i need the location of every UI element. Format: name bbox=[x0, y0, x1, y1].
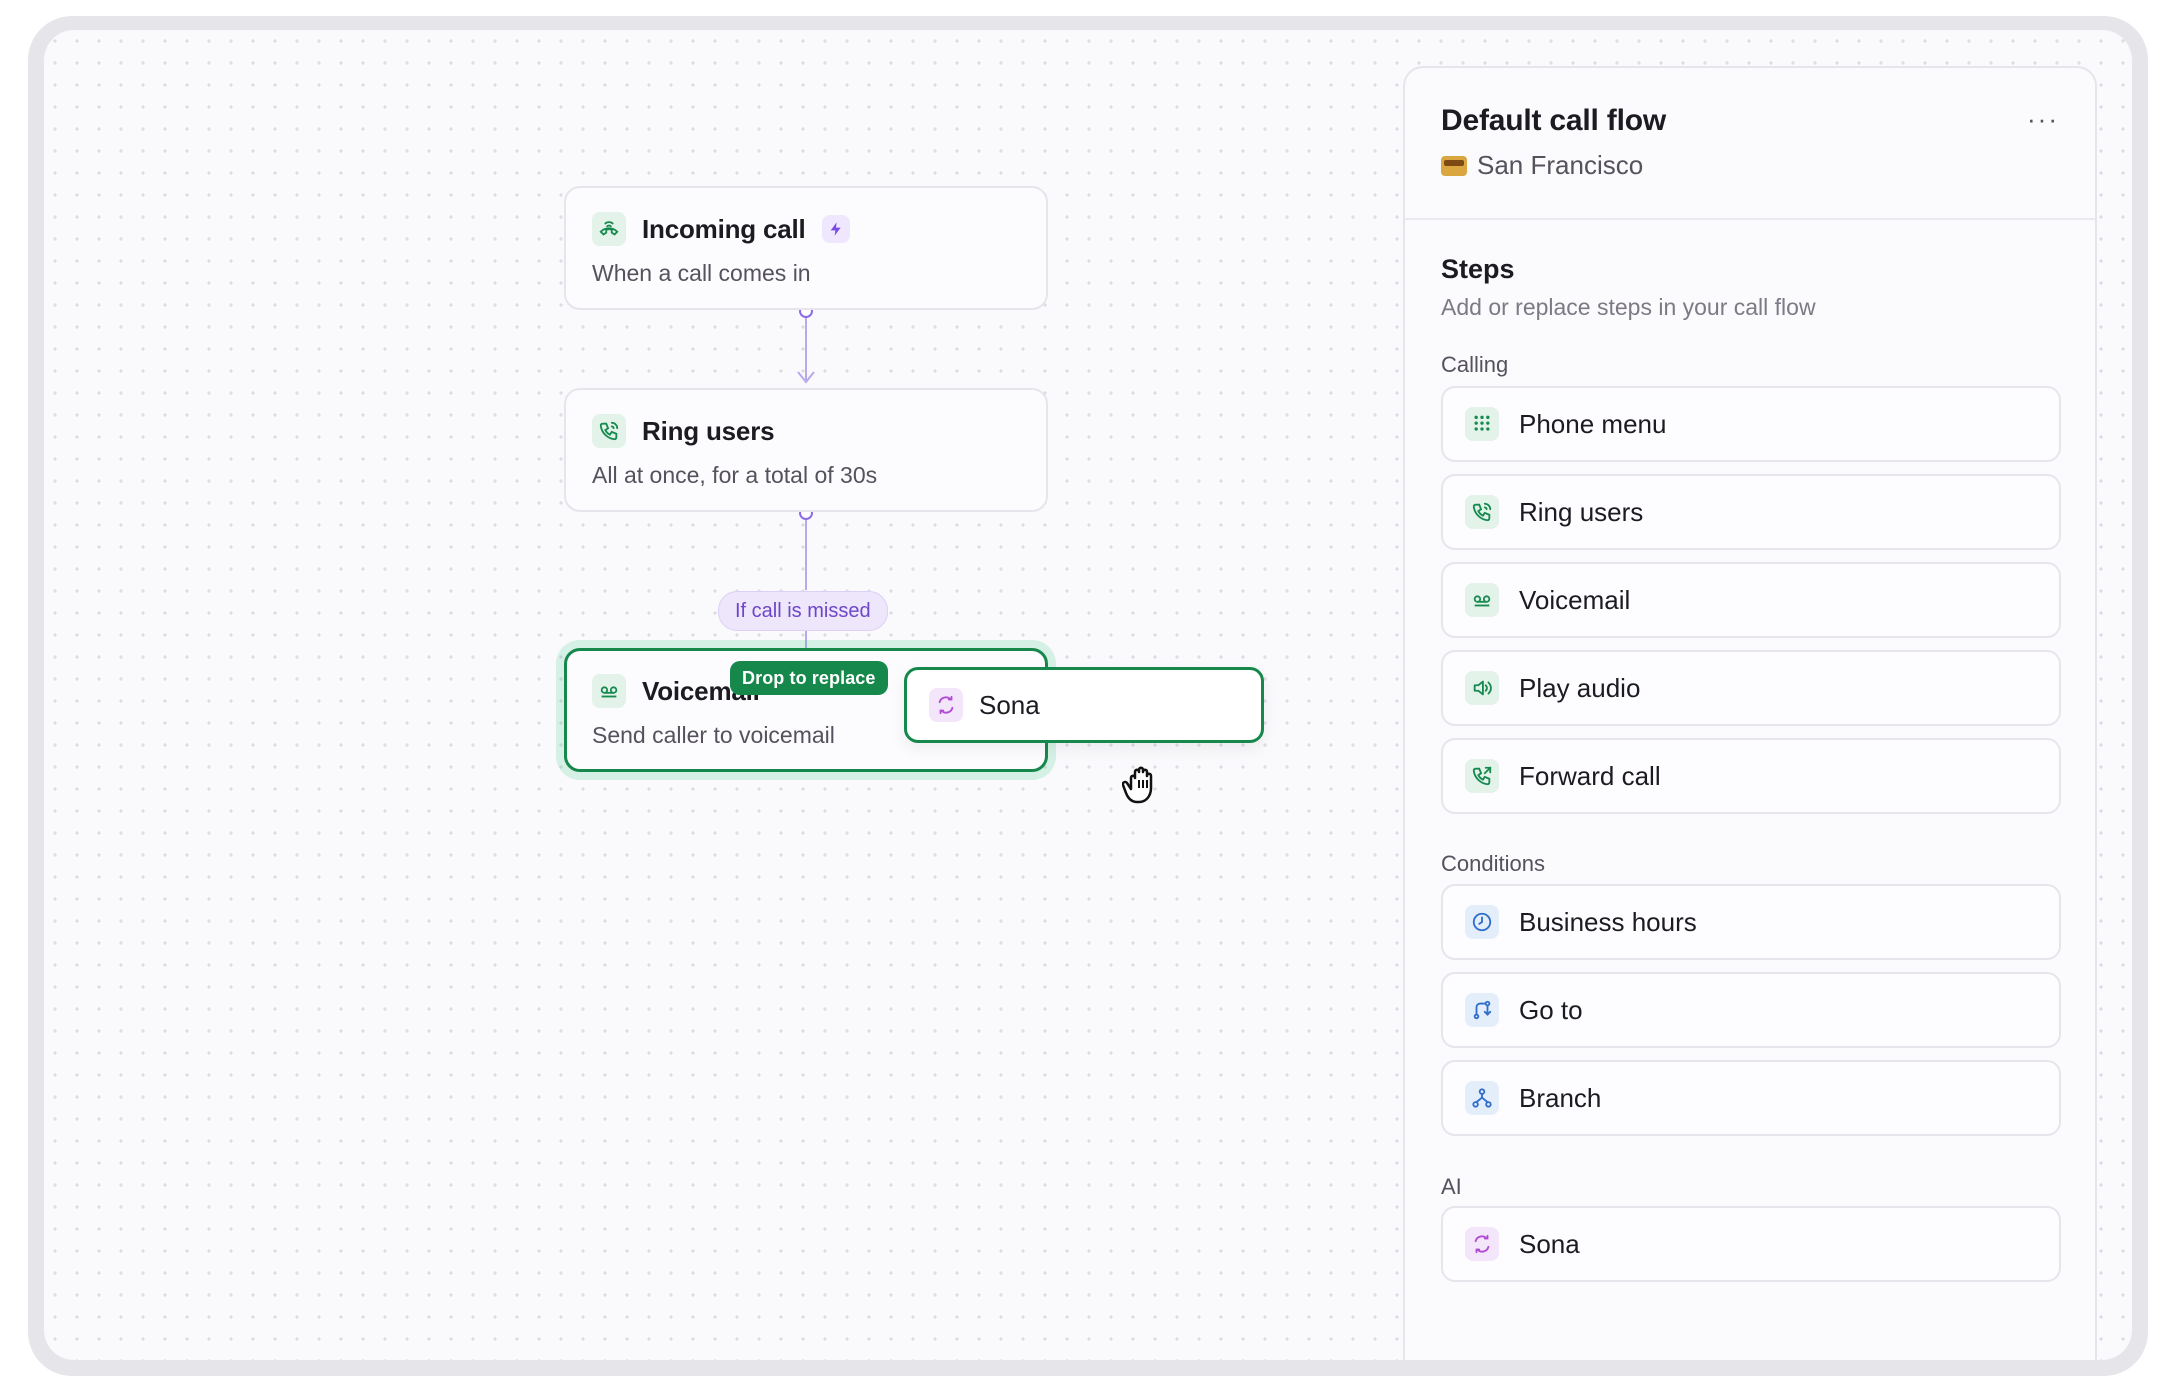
sona-ai-icon bbox=[1465, 1227, 1499, 1261]
keypad-grid-icon bbox=[1465, 407, 1499, 441]
branch-condition-pill[interactable]: If call is missed bbox=[718, 591, 888, 631]
grab-cursor-icon bbox=[1122, 766, 1153, 804]
step-item-forward-call[interactable]: Forward call bbox=[1441, 738, 2061, 814]
node-subtitle: When a call comes in bbox=[592, 260, 811, 286]
node-title: Incoming call bbox=[642, 213, 806, 244]
drag-card-label: Sona bbox=[979, 689, 1040, 720]
panel-divider bbox=[1405, 218, 2095, 220]
step-item-label: Forward call bbox=[1519, 760, 1661, 791]
speaker-icon bbox=[1465, 671, 1499, 705]
node-incoming-call[interactable]: Incoming call When a call comes in bbox=[564, 186, 1048, 310]
step-item-ring-users[interactable]: Ring users bbox=[1441, 474, 2061, 550]
node-subtitle: All at once, for a total of 30s bbox=[592, 462, 878, 488]
clock-icon bbox=[1465, 905, 1499, 939]
step-item-play-audio[interactable]: Play audio bbox=[1441, 650, 2061, 726]
step-item-label: Branch bbox=[1519, 1082, 1602, 1113]
incoming-call-icon bbox=[592, 212, 626, 246]
section-label-ai: AI bbox=[1441, 1174, 1462, 1199]
more-options-button[interactable]: ··· bbox=[2027, 106, 2059, 132]
sona-ai-icon bbox=[929, 688, 963, 722]
phone-forward-icon bbox=[1465, 759, 1499, 793]
steps-panel: Default call flow ··· San Francisco Step… bbox=[1403, 66, 2097, 1360]
section-label-conditions: Conditions bbox=[1441, 851, 1545, 876]
step-item-label: Voicemail bbox=[1519, 584, 1631, 615]
step-item-phone-menu[interactable]: Phone menu bbox=[1441, 386, 2061, 462]
step-item-business-hours[interactable]: Business hours bbox=[1441, 884, 2061, 960]
step-item-go-to[interactable]: Go to bbox=[1441, 972, 2061, 1048]
bolt-icon bbox=[821, 215, 850, 243]
tram-icon bbox=[1441, 155, 1467, 176]
voicemail-icon bbox=[592, 674, 626, 708]
flow-title: Default call flow bbox=[1441, 104, 1666, 137]
node-ring-users[interactable]: Ring users All at once, for a total of 3… bbox=[564, 388, 1048, 512]
phone-ring-icon bbox=[1465, 495, 1499, 529]
step-item-label: Business hours bbox=[1519, 906, 1697, 937]
voicemail-icon bbox=[1465, 583, 1499, 617]
step-item-label: Ring users bbox=[1519, 496, 1644, 527]
phone-ring-icon bbox=[592, 414, 626, 448]
drop-to-replace-badge: Drop to replace bbox=[730, 661, 888, 695]
dragged-step-sona[interactable]: Sona bbox=[904, 667, 1264, 743]
section-label-calling: Calling bbox=[1441, 352, 1509, 377]
step-item-branch[interactable]: Branch bbox=[1441, 1060, 2061, 1136]
location-label: San Francisco bbox=[1477, 150, 1644, 180]
node-subtitle: Send caller to voicemail bbox=[592, 722, 835, 748]
steps-heading: Steps bbox=[1441, 254, 1515, 284]
step-item-label: Phone menu bbox=[1519, 408, 1667, 439]
branch-icon bbox=[1465, 1081, 1499, 1115]
step-item-sona[interactable]: Sona bbox=[1441, 1206, 2061, 1282]
route-icon bbox=[1465, 993, 1499, 1027]
step-item-label: Play audio bbox=[1519, 672, 1641, 703]
step-item-label: Sona bbox=[1519, 1228, 1580, 1259]
flow-canvas[interactable]: Incoming call When a call comes in Ring … bbox=[44, 30, 2132, 1360]
step-item-label: Go to bbox=[1519, 994, 1583, 1025]
node-title: Ring users bbox=[642, 415, 775, 446]
steps-description: Add or replace steps in your call flow bbox=[1441, 294, 1816, 320]
step-item-voicemail[interactable]: Voicemail bbox=[1441, 562, 2061, 638]
flow-location: San Francisco bbox=[1441, 150, 1643, 181]
